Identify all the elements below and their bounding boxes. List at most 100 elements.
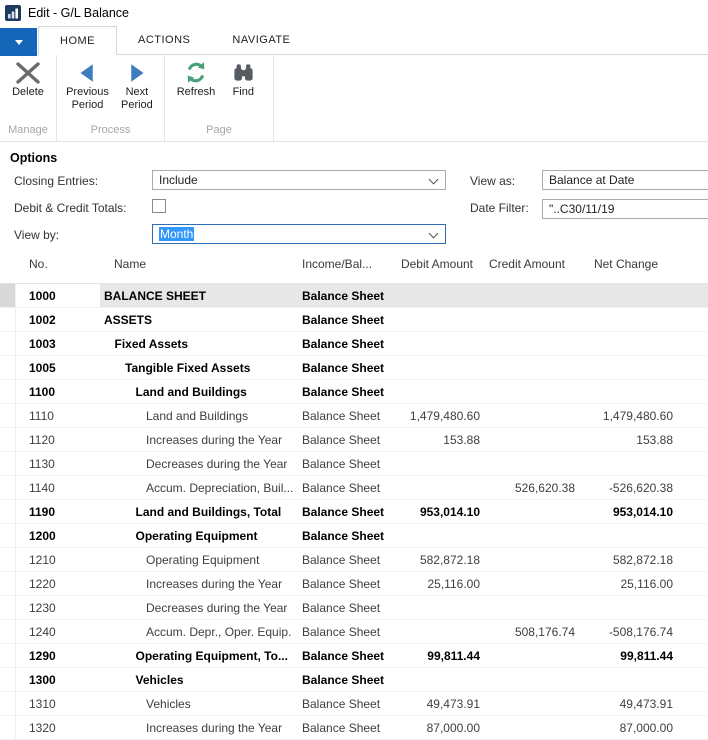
grid-cell-debit[interactable] bbox=[392, 476, 480, 499]
chevron-down-icon[interactable] bbox=[428, 174, 439, 185]
grid-cell-no[interactable]: 1100 bbox=[16, 380, 100, 403]
column-header-net-change[interactable]: Net Change bbox=[575, 257, 673, 271]
next-period-button[interactable]: Next Period bbox=[117, 58, 157, 113]
grid-cell-income[interactable]: Balance Sheet bbox=[298, 452, 392, 475]
grid-cell-no[interactable]: 1120 bbox=[16, 428, 100, 451]
grid-cell-name[interactable]: Tangible Fixed Assets bbox=[100, 356, 298, 379]
tab-home[interactable]: HOME bbox=[38, 26, 117, 55]
grid-cell-name[interactable]: Land and Buildings bbox=[100, 380, 298, 403]
grid-cell-debit[interactable] bbox=[392, 308, 480, 331]
grid-cell-income[interactable]: Balance Sheet bbox=[298, 644, 392, 667]
grid-row[interactable]: 1300 Vehicles Balance Sheet bbox=[0, 668, 708, 692]
delete-button[interactable]: Delete bbox=[8, 58, 48, 100]
grid-cell-debit[interactable]: 953,014.10 bbox=[392, 500, 480, 523]
chevron-down-icon[interactable] bbox=[428, 228, 439, 239]
grid-cell-debit[interactable] bbox=[392, 356, 480, 379]
grid-cell-debit[interactable]: 87,000.00 bbox=[392, 716, 480, 739]
grid-cell-debit[interactable]: 25,116.00 bbox=[392, 572, 481, 595]
column-header-no[interactable]: No. bbox=[16, 257, 100, 271]
grid-cell-name[interactable]: Increases during the Year bbox=[100, 572, 298, 595]
grid-cell-income[interactable]: Balance Sheet bbox=[298, 356, 392, 379]
column-header-name[interactable]: Name bbox=[100, 257, 298, 271]
grid-cell-net[interactable]: 25,116.00 bbox=[575, 572, 674, 595]
grid-cell-credit[interactable] bbox=[480, 308, 575, 331]
grid-cell-credit[interactable]: 526,620.38 bbox=[480, 476, 575, 499]
grid-cell-income[interactable]: Balance Sheet bbox=[298, 620, 392, 643]
grid-cell-name[interactable]: Land and Buildings, Total bbox=[100, 500, 298, 523]
grid-cell-net[interactable] bbox=[575, 284, 673, 307]
grid-cell-name[interactable]: Vehicles bbox=[100, 668, 298, 691]
grid-cell-net[interactable]: 582,872.18 bbox=[575, 548, 673, 571]
grid-cell-debit[interactable]: 582,872.18 bbox=[392, 548, 480, 571]
grid-cell-net[interactable]: -508,176.74 bbox=[575, 620, 673, 643]
grid-cell-name[interactable]: BALANCE SHEET bbox=[100, 284, 298, 307]
grid-cell-net[interactable] bbox=[575, 356, 673, 379]
grid-cell-income[interactable]: Balance Sheet bbox=[298, 428, 392, 451]
grid-row[interactable]: 1000 BALANCE SHEET Balance Sheet bbox=[0, 284, 708, 308]
grid-cell-no[interactable]: 1290 bbox=[16, 644, 100, 667]
grid-cell-income[interactable]: Balance Sheet bbox=[298, 524, 392, 547]
grid-cell-debit[interactable] bbox=[392, 452, 480, 475]
grid-cell-credit[interactable] bbox=[480, 404, 575, 427]
grid-cell-net[interactable]: 49,473.91 bbox=[575, 692, 673, 715]
grid-cell-net[interactable]: 99,811.44 bbox=[575, 644, 673, 667]
grid-cell-income[interactable]: Balance Sheet bbox=[298, 380, 392, 403]
grid-cell-debit[interactable]: 49,473.91 bbox=[392, 692, 480, 715]
grid-cell-net[interactable]: 153.88 bbox=[575, 428, 673, 451]
grid-cell-name[interactable]: Decreases during the Year bbox=[100, 452, 298, 475]
grid-cell-no[interactable]: 1110 bbox=[16, 404, 100, 427]
grid-cell-credit[interactable] bbox=[480, 500, 575, 523]
grid-row[interactable]: 1230 Decreases during the Year Balance She… bbox=[0, 596, 708, 620]
grid-cell-name[interactable]: Accum. Depr., Oper. Equip. bbox=[100, 620, 298, 643]
grid-cell-name[interactable]: Accum. Depreciation, Buil... bbox=[100, 476, 298, 499]
grid-cell-income[interactable]: Balance Sheet bbox=[298, 332, 392, 355]
grid-cell-no[interactable]: 1310 bbox=[16, 692, 100, 715]
grid-cell-net[interactable]: 953,014.10 bbox=[575, 500, 673, 523]
grid-cell-income[interactable]: Balance Sheet bbox=[298, 500, 392, 523]
grid-row[interactable]: 1200 Operating Equipment Balance Sheet bbox=[0, 524, 708, 548]
grid-row[interactable]: 1190 Land and Buildings, Total Balance She… bbox=[0, 500, 708, 524]
grid-cell-credit[interactable] bbox=[480, 596, 575, 619]
grid-row[interactable]: 1120 Increases during the Year Balance She… bbox=[0, 428, 708, 452]
grid-cell-no[interactable]: 1240 bbox=[16, 620, 100, 643]
grid-cell-income[interactable]: Balance Sheet bbox=[298, 308, 392, 331]
grid-cell-net[interactable] bbox=[575, 452, 673, 475]
grid-row[interactable]: 1220 Increases during the Year Balance She… bbox=[0, 572, 708, 596]
grid-cell-no[interactable]: 1200 bbox=[16, 524, 100, 547]
grid-cell-no[interactable]: 1190 bbox=[16, 500, 100, 523]
column-header-income-bal[interactable]: Income/Bal... bbox=[298, 257, 392, 271]
grid-cell-name[interactable]: Land and Buildings bbox=[100, 404, 298, 427]
grid-row[interactable]: 1320 Increases during the Year Balance She… bbox=[0, 716, 708, 740]
app-menu-button[interactable] bbox=[0, 28, 37, 56]
grid-cell-debit[interactable] bbox=[392, 524, 480, 547]
grid-cell-credit[interactable] bbox=[480, 572, 575, 595]
grid-cell-debit[interactable]: 153.88 bbox=[392, 428, 480, 451]
grid-cell-income[interactable]: Balance Sheet bbox=[298, 572, 392, 595]
refresh-button[interactable]: Refresh bbox=[175, 58, 218, 100]
grid-cell-net[interactable] bbox=[575, 596, 673, 619]
grid-row[interactable]: 1310 Vehicles Balance Sheet 49,473.91 49,473… bbox=[0, 692, 708, 716]
view-by-dropdown[interactable]: Month bbox=[152, 224, 446, 244]
grid-cell-credit[interactable] bbox=[480, 356, 575, 379]
grid-cell-name[interactable]: Fixed Assets bbox=[100, 332, 298, 355]
column-header-credit-amount[interactable]: Credit Amount bbox=[480, 257, 575, 271]
grid-cell-no[interactable]: 1140 bbox=[16, 476, 100, 499]
grid-cell-credit[interactable] bbox=[480, 284, 575, 307]
grid-cell-name[interactable]: Operating Equipment, To... bbox=[100, 644, 298, 667]
grid-row[interactable]: 1140 Accum. Depreciation, Buil... Balance … bbox=[0, 476, 708, 500]
view-as-dropdown[interactable]: Balance at Date bbox=[542, 170, 708, 190]
grid-cell-income[interactable]: Balance Sheet bbox=[298, 476, 392, 499]
grid-cell-no[interactable]: 1300 bbox=[16, 668, 100, 691]
grid-cell-credit[interactable] bbox=[480, 668, 575, 691]
closing-entries-dropdown[interactable]: Include bbox=[152, 170, 446, 190]
grid-cell-name[interactable]: Decreases during the Year bbox=[100, 596, 298, 619]
grid-cell-debit[interactable] bbox=[392, 596, 480, 619]
find-button[interactable]: Find bbox=[223, 58, 263, 100]
grid-cell-credit[interactable] bbox=[480, 452, 575, 475]
grid-cell-net[interactable] bbox=[575, 308, 673, 331]
grid-cell-credit[interactable] bbox=[480, 692, 575, 715]
grid-cell-income[interactable]: Balance Sheet bbox=[298, 284, 392, 307]
grid-cell-net[interactable] bbox=[575, 332, 673, 355]
grid-cell-name[interactable]: Increases during the Year bbox=[100, 716, 298, 739]
grid-cell-income[interactable]: Balance Sheet bbox=[298, 668, 392, 691]
